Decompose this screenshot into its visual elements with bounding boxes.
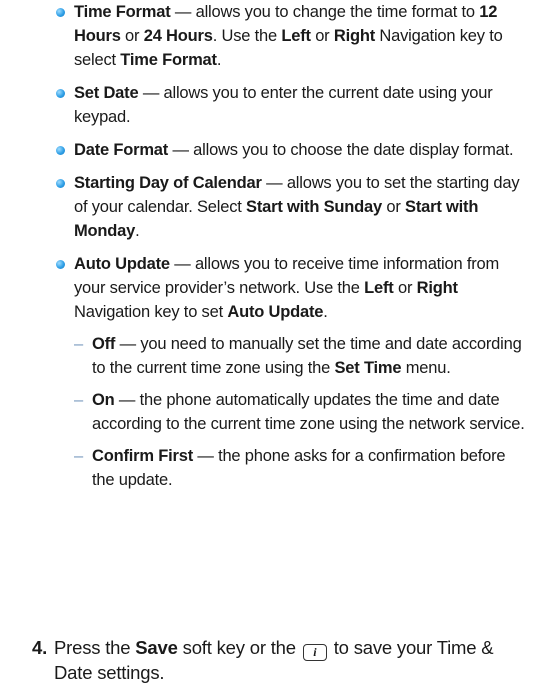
i-key-icon: i [302, 644, 327, 661]
settings-bullet-list: Time Format — allows you to change the t… [56, 0, 526, 501]
bullet-set-date: Set Date — allows you to enter the curre… [56, 81, 526, 129]
bullet-dot-icon [56, 260, 65, 269]
option-confirm-first: – Confirm First — the phone asks for a c… [74, 444, 526, 492]
bullet-starting-day: Starting Day of Calendar — allows you to… [56, 171, 526, 243]
bullet-dot-icon [56, 89, 65, 98]
bullet-date-format: Date Format — allows you to choose the d… [56, 138, 526, 162]
step-text: Press the Save soft key or the i to save… [54, 637, 494, 683]
dash-marker-icon: – [74, 447, 83, 465]
manual-page: Time Format — allows you to change the t… [0, 0, 540, 693]
bullet-dot-icon [56, 146, 65, 155]
option-on: – On — the phone automatically updates t… [74, 388, 526, 436]
step-number: 4. [32, 637, 48, 658]
auto-update-options: – Off — you need to manually set the tim… [74, 332, 526, 492]
bullet-dot-icon [56, 8, 65, 17]
dash-marker-icon: – [74, 391, 83, 409]
step-4: 4. Press the Save soft key or the i to s… [32, 636, 522, 685]
bullet-auto-update: Auto Update — allows you to receive time… [56, 252, 526, 492]
bullet-dot-icon [56, 179, 65, 188]
bullet-time-format: Time Format — allows you to change the t… [56, 0, 526, 72]
option-off: – Off — you need to manually set the tim… [74, 332, 526, 380]
dash-marker-icon: – [74, 335, 83, 353]
